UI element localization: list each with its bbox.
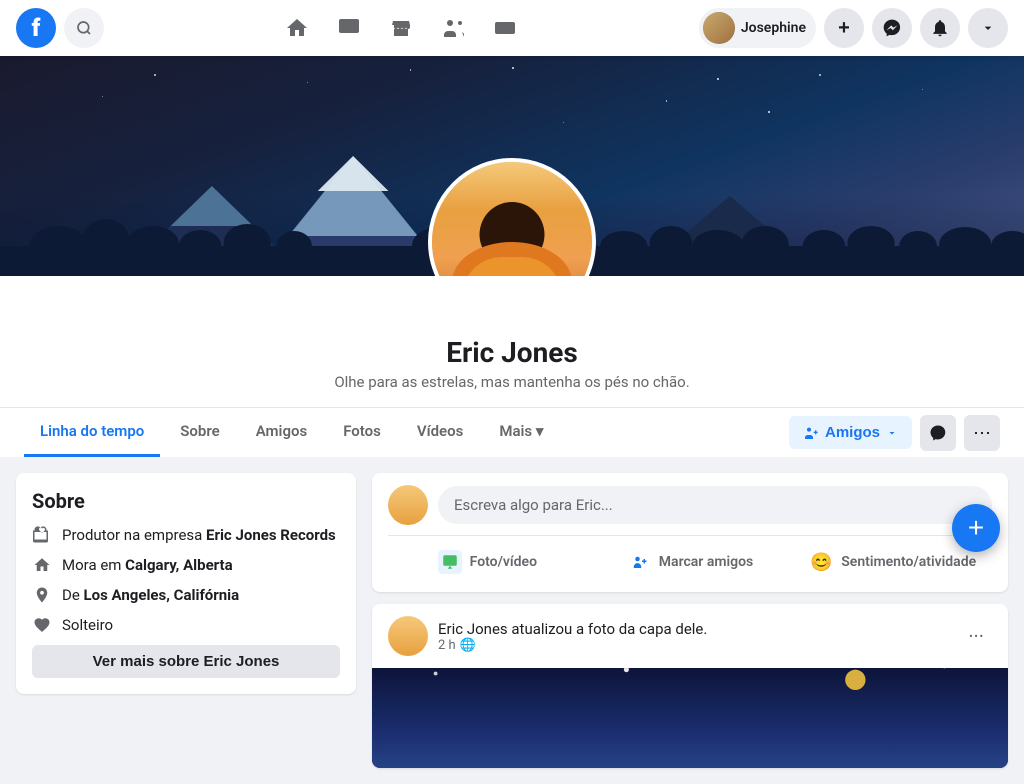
about-work: Produtor na empresa Eric Jones Records [32, 525, 340, 545]
lives-city: Calgary, Alberta [125, 556, 232, 574]
work-icon [32, 525, 52, 545]
post-composer-avatar [388, 485, 428, 525]
fab-icon: + [968, 512, 984, 544]
photo-video-label: Foto/vídeo [470, 554, 537, 570]
profile-info: Eric Jones Olhe para as estrelas, mas ma… [0, 276, 1024, 407]
cover-photo [0, 56, 1024, 276]
feed-poster-avatar[interactable] [388, 616, 428, 656]
tab-friends[interactable]: Amigos [240, 408, 324, 457]
feed-post-meta: Eric Jones atualizou a foto da capa dele… [438, 620, 950, 653]
friends-btn-label: Amigos [825, 424, 880, 441]
main-content: Sobre Produtor na empresa Eric Jones Rec… [0, 457, 1024, 784]
feeling-label: Sentimento/atividade [841, 554, 976, 570]
about-from: De Los Angeles, Califórnia [32, 585, 340, 605]
nav-watch-btn[interactable] [325, 4, 373, 52]
profile-pic-image [432, 162, 592, 276]
right-column: Escreva algo para Eric... Foto/vídeo Mar… [372, 473, 1008, 768]
post-actions: Foto/vídeo Marcar amigos 😊 Sentimento/at… [388, 535, 992, 580]
feed-post: Eric Jones atualizou a foto da capa dele… [372, 604, 1008, 768]
nav-gaming-btn[interactable] [481, 4, 529, 52]
feeling-action[interactable]: 😊 Sentimento/atividade [793, 544, 992, 580]
see-more-button[interactable]: Ver mais sobre Eric Jones [32, 645, 340, 678]
nav-left: f [16, 8, 104, 48]
tab-videos[interactable]: Vídeos [401, 408, 479, 457]
friends-button[interactable]: Amigos [789, 416, 912, 449]
notifications-btn[interactable] [920, 8, 960, 48]
navbar: f Josephine + [0, 0, 1024, 56]
feed-post-more-button[interactable]: ··· [960, 620, 992, 652]
dropdown-btn[interactable] [968, 8, 1008, 48]
nav-right: Josephine + [699, 8, 1008, 48]
tab-timeline[interactable]: Linha do tempo [24, 408, 160, 457]
photo-video-icon [438, 550, 462, 574]
left-column: Sobre Produtor na empresa Eric Jones Rec… [16, 473, 356, 768]
feed-post-image [372, 668, 1008, 768]
feed-poster-name: Eric Jones atualizou a foto da capa dele… [438, 620, 950, 638]
post-box-top: Escreva algo para Eric... [388, 485, 992, 525]
more-options-button[interactable]: ··· [964, 415, 1000, 451]
photo-video-action[interactable]: Foto/vídeo [388, 544, 587, 580]
tag-friends-icon [627, 550, 651, 574]
location-icon [32, 585, 52, 605]
add-btn[interactable]: + [824, 8, 864, 48]
profile-bio: Olhe para as estrelas, mas mantenha os p… [0, 373, 1024, 391]
work-company: Eric Jones Records [206, 526, 336, 544]
feed-post-header: Eric Jones atualizou a foto da capa dele… [372, 604, 1008, 668]
relationship-status: Solteiro [62, 616, 113, 634]
profile-picture[interactable] [428, 158, 596, 276]
messenger-btn[interactable] [872, 8, 912, 48]
user-avatar-small [703, 12, 735, 44]
profile-tabs: Linha do tempo Sobre Amigos Fotos Vídeos… [0, 407, 1024, 457]
about-status: Solteiro [32, 615, 340, 635]
feed-action-text: atualizou a foto da capa dele. [511, 620, 707, 638]
tab-photos[interactable]: Fotos [327, 408, 397, 457]
tab-actions: Amigos ··· [789, 415, 1000, 451]
user-name: Josephine [741, 20, 806, 36]
tag-friends-action[interactable]: Marcar amigos [591, 544, 790, 580]
search-box[interactable] [64, 8, 104, 48]
profile-name: Eric Jones [0, 336, 1024, 369]
home-icon [32, 555, 52, 575]
user-menu[interactable]: Josephine [699, 8, 816, 48]
post-box: Escreva algo para Eric... Foto/vídeo Mar… [372, 473, 1008, 592]
about-title: Sobre [32, 489, 340, 513]
post-input[interactable]: Escreva algo para Eric... [438, 486, 992, 524]
feeling-icon: 😊 [809, 550, 833, 574]
from-city: Los Angeles, Califórnia [84, 586, 240, 604]
privacy-icon: 🌐 [460, 638, 476, 653]
about-card: Sobre Produtor na empresa Eric Jones Rec… [16, 473, 356, 694]
feed-post-time: 2 h 🌐 [438, 638, 950, 653]
profile-container: Eric Jones Olhe para as estrelas, mas ma… [0, 56, 1024, 457]
message-button[interactable] [920, 415, 956, 451]
fab-button[interactable]: + [952, 504, 1000, 552]
about-lives: Mora em Calgary, Alberta [32, 555, 340, 575]
facebook-logo[interactable]: f [16, 8, 56, 48]
tab-more[interactable]: Mais ▾ [483, 408, 559, 457]
more-dots: ··· [973, 422, 991, 443]
tab-about[interactable]: Sobre [164, 408, 235, 457]
nav-groups-btn[interactable] [429, 4, 477, 52]
nav-marketplace-btn[interactable] [377, 4, 425, 52]
nav-home-btn[interactable] [273, 4, 321, 52]
tag-friends-label: Marcar amigos [659, 554, 753, 570]
nav-center [104, 4, 699, 52]
heart-icon [32, 615, 52, 635]
